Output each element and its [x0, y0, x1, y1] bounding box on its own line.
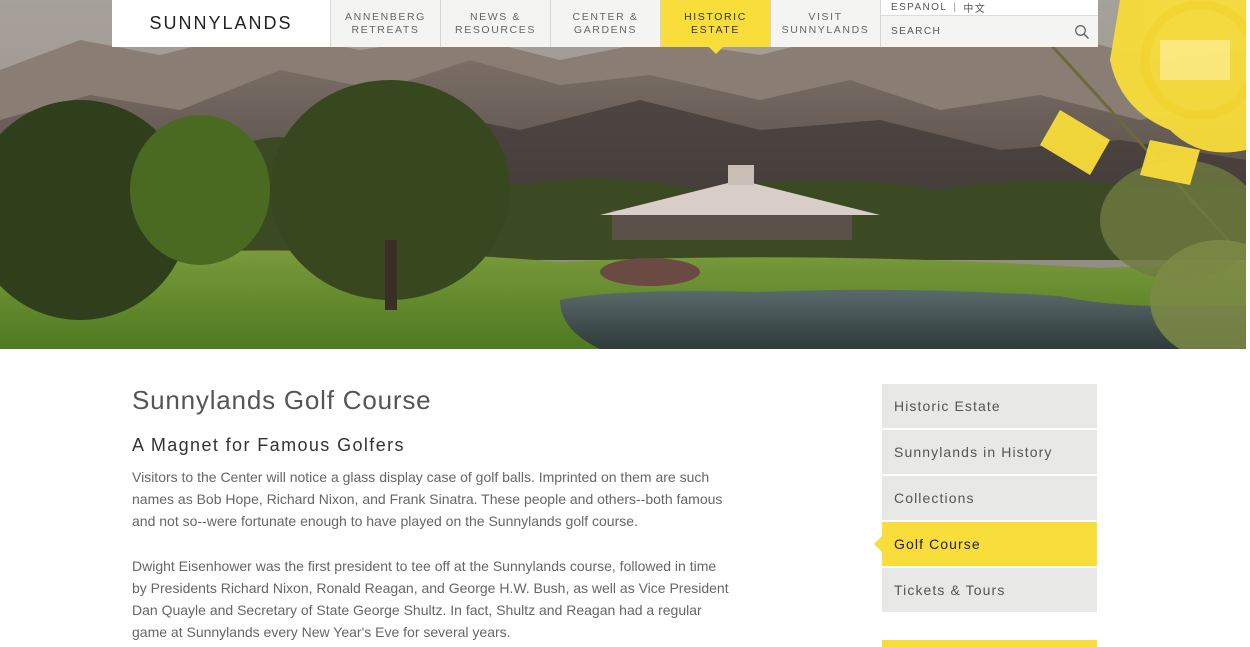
body-paragraph: Visitors to the Center will notice a gla… — [132, 469, 723, 529]
nav-annenberg-retreats[interactable]: ANNENBERG RETREATS — [330, 0, 440, 47]
search-bar — [881, 16, 1098, 47]
nav-label-line1: HISTORIC — [684, 10, 747, 23]
nav-label-line1: VISIT — [808, 10, 843, 23]
language-espanol-link[interactable]: ESPANOL — [891, 2, 947, 13]
language-separator: | — [953, 2, 958, 13]
sidebar-item-collections[interactable]: Collections — [882, 476, 1097, 520]
language-chinese-link[interactable]: 中文 — [963, 0, 986, 15]
utility-panel: ESPANOL | 中文 — [880, 0, 1098, 47]
section-sidebar: Historic Estate Sunnylands in History Co… — [874, 384, 1097, 614]
top-navigation: SUNNYLANDS ANNENBERG RETREATS NEWS & RESOU… — [112, 0, 1098, 54]
nav-label-line2: RETREATS — [351, 23, 420, 36]
body-paragraph: Dwight Eisenhower was the first presiden… — [132, 558, 729, 640]
site-logo[interactable]: SUNNYLANDS — [112, 0, 330, 47]
nav-historic-estate[interactable]: HISTORIC ESTATE — [660, 0, 770, 54]
sidebar-item-historic-estate[interactable]: Historic Estate — [882, 384, 1097, 428]
nav-center-gardens[interactable]: CENTER & GARDENS — [550, 0, 660, 47]
sidebar-item-sunnylands-in-history[interactable]: Sunnylands in History — [882, 430, 1097, 474]
main-content: Sunnylands Golf Course A Magnet for Famo… — [132, 385, 732, 647]
nav-label-line1: CENTER & — [572, 10, 639, 23]
sidebar-item-golf-course[interactable]: Golf Course — [874, 522, 1097, 566]
nav-visit-sunnylands[interactable]: VISIT SUNNYLANDS — [770, 0, 880, 47]
hero-image — [0, 0, 1246, 349]
nav-label-line2: ESTATE — [691, 23, 740, 36]
nav-label-line1: ANNENBERG — [345, 10, 426, 23]
language-switcher: ESPANOL | 中文 — [881, 0, 1098, 16]
sidebar-item-tickets-tours[interactable]: Tickets & Tours — [882, 568, 1097, 612]
nav-label-line2: RESOURCES — [455, 23, 536, 36]
sidebar-callout-box — [882, 640, 1097, 647]
section-subtitle: A Magnet for Famous Golfers — [132, 435, 405, 455]
page-title: Sunnylands Golf Course — [132, 385, 432, 415]
nav-label-line2: GARDENS — [573, 23, 638, 36]
nav-news-resources[interactable]: NEWS & RESOURCES — [440, 0, 550, 47]
nav-label-line1: NEWS & — [469, 10, 521, 23]
search-icon[interactable] — [1074, 24, 1090, 40]
search-input[interactable] — [891, 26, 1041, 37]
nav-label-line2: SUNNYLANDS — [781, 23, 870, 36]
